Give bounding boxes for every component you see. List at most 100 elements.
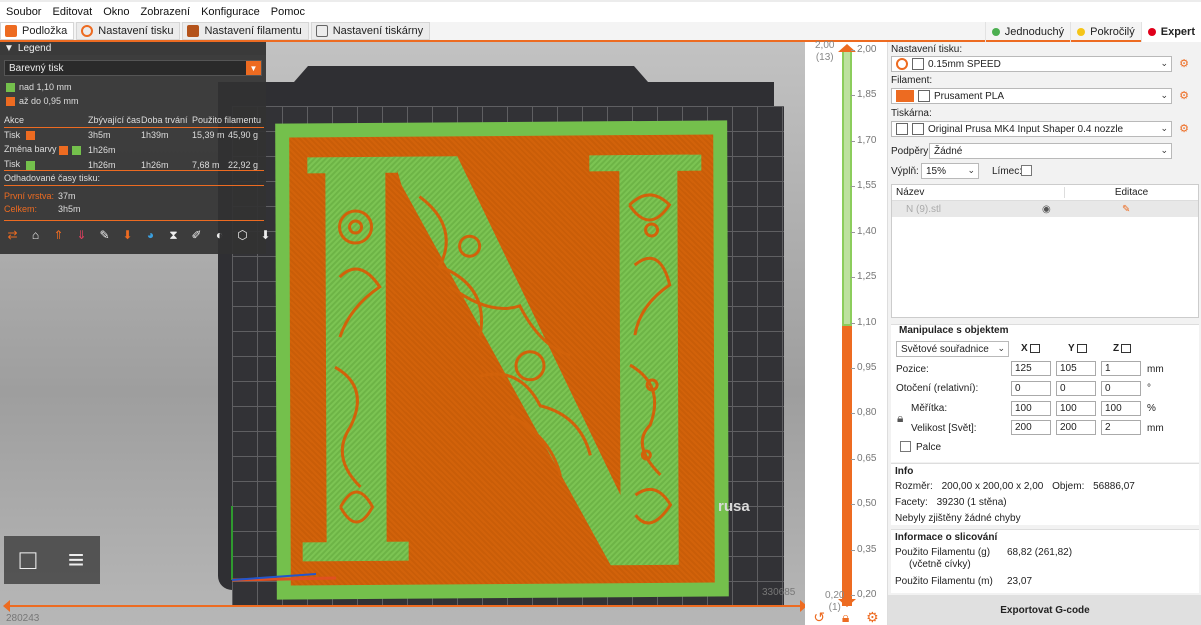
position-x-input[interactable]: 125 [1011,361,1051,376]
tab-plater[interactable]: Podložka [0,22,75,40]
eye-icon[interactable]: ◉ [1042,204,1082,215]
menu-zobrazeni[interactable]: Zobrazení [141,6,191,18]
horizontal-move-slider[interactable] [3,600,805,612]
printer-combo[interactable]: Original Prusa MK4 Input Shaper 0.4 nozz… [891,121,1172,137]
axis-y-icon [1076,343,1087,353]
seams-icon[interactable]: ✎ [96,227,113,243]
view-type-select[interactable]: Barevný tisk ▼ [4,60,262,76]
travel-icon[interactable]: ⇄ [4,227,21,243]
tool-marker-icon[interactable]: ⬇ [257,227,274,243]
axis-x-label: X [1021,343,1040,354]
object-list-header: Název Editace [892,185,1198,201]
rotation-x-input[interactable]: 0 [1011,381,1051,396]
bottom-layer-height: 0,20 [825,590,845,601]
custom-gcode-icon[interactable]: ✐ [188,227,205,243]
deretractions-icon[interactable]: ⇓ [73,227,90,243]
info-volume-value: 56886,07 [1093,481,1135,492]
coordinate-y-readout: 280243 [6,613,40,624]
filament-m-value: 23,07 [1007,576,1033,587]
filament-combo[interactable]: Prusament PLA ⌄ [891,88,1172,104]
info-facets-row: Facety: 39230 (1 stěna) [895,497,1007,508]
size-label: Velikost [Svět]: [911,423,977,434]
rotation-y-input[interactable]: 0 [1056,381,1096,396]
row-action: Tisk [4,130,88,141]
position-z-input[interactable]: 1 [1101,361,1141,376]
menu-okno[interactable]: Okno [103,6,129,18]
printer-icon [896,123,908,135]
color-changes-icon[interactable]: ◕ [142,227,159,243]
print-settings-combo[interactable]: 0.15mm SPEED ⌄ [891,56,1172,72]
size-z-input[interactable]: 2 [1101,420,1141,435]
row-duration: 1h39m [141,130,169,140]
lock-icon[interactable]: 🔒︎ [842,609,849,625]
rotation-unit: ° [1147,383,1151,394]
scale-y-input[interactable]: 100 [1056,401,1096,416]
edit-filament-icon[interactable]: ⚙ [1178,90,1190,102]
legend-separator [4,185,264,186]
gear-icon[interactable]: ⚙ [866,609,879,625]
size-y-input[interactable]: 200 [1056,420,1096,435]
edit-printer-icon[interactable]: ⚙ [1178,123,1190,135]
cube-view-icon[interactable]: □ [4,536,52,584]
mode-advanced-dot [1077,28,1086,36]
mode-advanced-label: Pokročilý [1090,26,1135,38]
mode-simple[interactable]: Jednoduchý [984,22,1070,42]
info-size-row: Rozměr: 200,00 x 200,00 x 2,00 Objem: 56… [895,481,1135,492]
mode-advanced[interactable]: Pokročilý [1070,22,1141,42]
top-layer-height: 2,00 [815,40,835,51]
info-size-label: Rozměr: [895,481,933,492]
edit-print-settings-icon[interactable]: ⚙ [1178,58,1190,70]
slider-left-arrow-icon[interactable] [3,600,10,612]
layer-slider[interactable]: 2,00 (13) 2,00 1,85 1,70 1,55 1,40 1,25 1,10 0,… [805,40,887,625]
letter-n-pattern [302,154,702,566]
pause-prints-icon[interactable]: ⧗ [165,227,182,243]
retractions-icon[interactable]: ⇑ [50,227,67,243]
position-y-input[interactable]: 105 [1056,361,1096,376]
tool-changes-icon[interactable]: ⬇ [119,227,136,243]
export-gcode-button[interactable]: Exportovat G-code [888,595,1201,625]
rotation-z-input[interactable]: 0 [1101,381,1141,396]
lock-icon[interactable]: 🔒︎ [897,411,903,426]
scale-z-input[interactable]: 100 [1101,401,1141,416]
layer-range-upper [842,50,852,326]
wipe-icon[interactable]: ⌂ [27,227,44,243]
mode-expert[interactable]: Expert [1140,22,1201,42]
infill-combo[interactable]: 15% ⌄ [921,163,979,179]
collapse-triangle-icon: ▼ [4,43,14,54]
chevron-down-icon: ⌄ [1160,58,1168,68]
row-remaining: 1h26m [88,144,116,155]
tab-printer-settings[interactable]: Nastavení tiskárny [310,22,431,40]
printer-value: Original Prusa MK4 Input Shaper 0.4 nozz… [928,123,1124,135]
coordinate-system-combo[interactable]: Světové souřadnice ⌄ [896,341,1009,357]
edit-icon[interactable]: ✎ [1122,204,1130,215]
layer-tick-label: 1,55 [850,180,877,192]
tab-print-settings[interactable]: Nastavení tisku [76,22,181,40]
tab-filament-settings[interactable]: Nastavení filamentu [182,22,309,40]
layer-tick-label: 1,70 [850,134,877,146]
size-x-input[interactable]: 200 [1011,420,1051,435]
supports-combo[interactable]: Žádné ⌄ [929,143,1172,159]
inches-checkbox[interactable] [900,441,911,452]
shells-icon[interactable]: ⬡ [234,227,251,243]
axis-y-label: Y [1068,343,1087,354]
filament-g-sub: (včetně cívky) [909,559,971,570]
chevron-down-icon[interactable]: ▼ [246,61,261,75]
menu-pomoc[interactable]: Pomoc [271,6,305,18]
layer-slider-track[interactable] [842,50,852,606]
list-item[interactable]: N (9).stl ◉ ✎ [892,201,1198,217]
center-of-gravity-icon[interactable]: ◐ [211,227,228,243]
layers-view-icon[interactable]: ≡ [52,536,100,584]
view-type-value: Barevný tisk [9,62,64,74]
undo-icon[interactable]: ↺ [813,609,825,625]
axis-z-icon [1121,343,1132,353]
brim-checkbox[interactable] [1021,165,1032,176]
menu-editovat[interactable]: Editovat [52,6,92,18]
top-layer-number: (13) [815,52,834,63]
total-time: Celkem: 3h5m [4,204,81,214]
menu-konfigurace[interactable]: Konfigurace [201,6,260,18]
scale-x-input[interactable]: 100 [1011,401,1051,416]
slicing-info-title: Informace o slicování [895,532,998,543]
legend-header[interactable]: ▼ Legend [0,42,266,55]
menu-soubor[interactable]: Soubor [6,6,41,18]
row-action: Změna barvy [4,144,88,155]
